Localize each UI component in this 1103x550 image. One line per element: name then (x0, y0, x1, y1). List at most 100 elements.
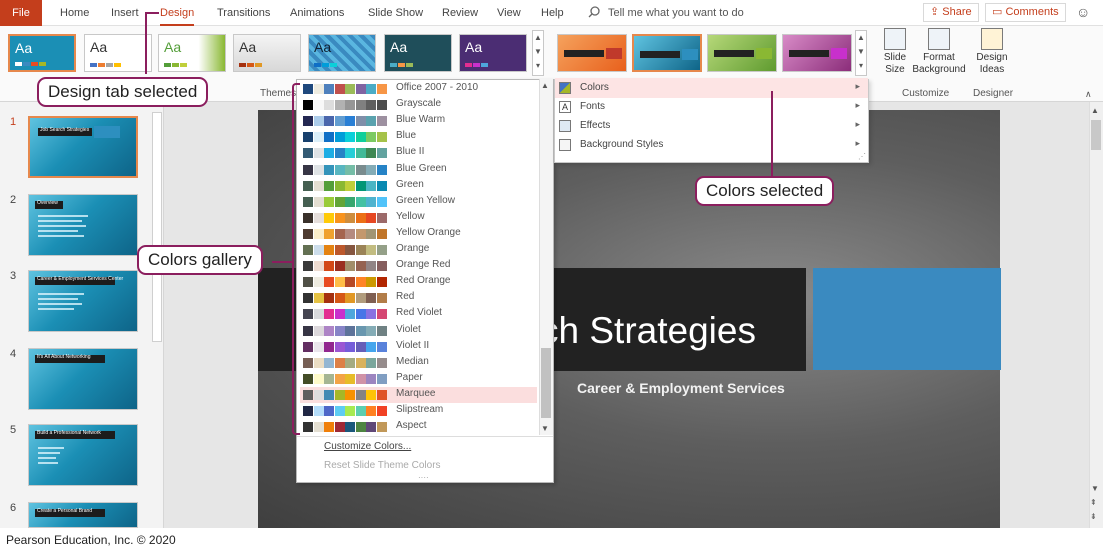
color-scheme-option[interactable]: Blue Green (300, 162, 537, 178)
color-swatch (355, 309, 366, 320)
theme-thumb-1[interactable]: Aa (8, 34, 76, 72)
menu-item-background-styles[interactable]: Background Styles ▸ (555, 135, 868, 155)
color-scheme-option[interactable]: Yellow Orange (300, 226, 537, 242)
color-swatch (366, 212, 376, 223)
scroll-thumb[interactable] (1091, 120, 1101, 150)
color-scheme-option[interactable]: Orange (300, 242, 537, 258)
thumb-pane-scrollbar[interactable] (152, 112, 162, 342)
tab-animations[interactable]: Animations (290, 0, 344, 26)
variant-thumb-3[interactable] (707, 34, 777, 72)
tell-me-input[interactable]: Tell me what you want to do (608, 0, 744, 26)
slide-thumbnail[interactable]: It's All About Networking (28, 348, 138, 410)
color-swatch (334, 373, 345, 384)
variant-thumb-1[interactable] (557, 34, 627, 72)
scroll-up-icon[interactable]: ▲ (1091, 106, 1099, 115)
color-swatch (355, 389, 366, 400)
color-scheme-option[interactable]: Median (300, 355, 537, 371)
variants-scroll[interactable]: ▲ ▼ ▾ (855, 30, 867, 76)
color-scheme-option[interactable]: Yellow (300, 210, 537, 226)
tab-review[interactable]: Review (442, 0, 478, 26)
color-scheme-option[interactable]: Paper (300, 371, 537, 387)
gallery-scroll-down-icon[interactable]: ▼ (541, 424, 549, 433)
collapse-ribbon-icon[interactable]: ∧ (1085, 89, 1092, 100)
share-button[interactable]: ⇪ Share (923, 3, 979, 22)
theme-thumb-6[interactable]: Aa (384, 34, 452, 72)
color-scheme-option[interactable]: Slipstream (300, 403, 537, 419)
theme-label: Aa (90, 39, 108, 55)
color-scheme-option[interactable]: Orange Red (300, 258, 537, 274)
menu-item-fonts[interactable]: A Fonts ▸ (555, 97, 868, 117)
color-scheme-option[interactable]: Red Violet (300, 306, 537, 322)
slide-subtitle[interactable]: Career & Employment Services (577, 380, 785, 396)
tab-design[interactable]: Design (160, 0, 195, 26)
theme-thumb-3[interactable]: Aa (158, 34, 226, 72)
thumb-title: Build a Professional Network (37, 430, 101, 436)
menu-item-colors[interactable]: Colors ▸ (555, 78, 868, 98)
theme-thumb-7[interactable]: Aa (459, 34, 527, 72)
color-swatch (324, 406, 334, 416)
color-scheme-option[interactable]: Red Orange (300, 274, 537, 290)
slide-thumbnail[interactable]: Overview (28, 194, 138, 256)
tab-file[interactable]: File (0, 0, 42, 26)
slide-thumbnail[interactable]: Career & Employment Services Center (28, 270, 138, 332)
tab-transitions[interactable]: Transitions (217, 0, 270, 26)
next-slide-icon[interactable]: ⇟ (1090, 512, 1097, 521)
color-scheme-option[interactable]: Grayscale (300, 97, 537, 113)
tab-insert[interactable]: Insert (111, 0, 139, 26)
slide-title[interactable]: ch Strategies (540, 310, 756, 352)
color-swatch-strip (303, 389, 387, 400)
theme-thumb-5[interactable]: Aa (308, 34, 376, 72)
menu-item-effects[interactable]: Effects ▸ (555, 116, 868, 136)
gallery-scroll-up-icon[interactable]: ▲ (541, 81, 549, 90)
theme-thumb-4[interactable]: Aa (233, 34, 301, 72)
color-swatch (334, 228, 345, 239)
color-scheme-label: Yellow (396, 210, 425, 222)
comments-button[interactable]: ▭ Comments (985, 3, 1066, 22)
tab-slide-show[interactable]: Slide Show (368, 0, 423, 26)
resize-grip-icon[interactable]: ⋰ (858, 152, 866, 161)
color-swatch (303, 373, 313, 384)
color-scheme-option[interactable]: Violet II (300, 339, 537, 355)
color-swatch (303, 100, 313, 111)
color-swatch (376, 357, 387, 368)
color-scheme-option[interactable]: Blue II (300, 145, 537, 161)
slide-thumbnail[interactable]: Job Search Strategies (28, 116, 138, 178)
customize-colors-item[interactable]: Customize Colors... (324, 441, 411, 452)
color-swatch (324, 325, 334, 336)
color-swatch (313, 212, 324, 223)
color-scheme-option[interactable]: Blue Warm (300, 113, 537, 129)
smiley-icon[interactable]: ☺ (1076, 4, 1090, 20)
color-scheme-option[interactable]: Marquee (300, 386, 537, 403)
color-scheme-option[interactable]: Red (300, 290, 537, 306)
color-swatch (355, 293, 366, 304)
color-scheme-option[interactable]: Green Yellow (300, 194, 537, 210)
format-background-button[interactable]: Format Background (910, 28, 968, 76)
previous-slide-icon[interactable]: ⇞ (1090, 498, 1097, 507)
color-scheme-option[interactable]: Blue (300, 129, 537, 145)
resize-grip-icon[interactable]: ···· (418, 473, 429, 482)
variant-thumb-2[interactable] (632, 34, 702, 72)
color-swatch-strip (303, 196, 387, 207)
color-swatch (376, 373, 387, 384)
color-scheme-option[interactable]: Office 2007 - 2010 (300, 81, 537, 97)
search-icon (588, 6, 600, 18)
color-scheme-option[interactable]: Aspect (300, 419, 537, 435)
variant-thumb-4[interactable] (782, 34, 852, 72)
color-scheme-label: Green (396, 178, 424, 190)
theme-gallery-scroll[interactable]: ▲ ▼ ▾ (532, 30, 544, 76)
tab-home[interactable]: Home (60, 0, 89, 26)
gallery-scroll-thumb[interactable] (541, 348, 551, 418)
slide-thumbnail[interactable]: Build a Professional Network (28, 424, 138, 486)
design-ideas-button[interactable]: Design Ideas (972, 28, 1012, 76)
color-swatch (355, 116, 366, 127)
color-swatch (313, 341, 324, 352)
color-swatch (366, 373, 376, 384)
color-scheme-option[interactable]: Green (300, 178, 537, 194)
slide-thumbnail[interactable]: Create a Personal Brand (28, 502, 138, 528)
scroll-down-icon[interactable]: ▼ (1091, 484, 1099, 493)
color-scheme-option[interactable]: Violet (300, 323, 537, 339)
theme-thumb-2[interactable]: Aa (84, 34, 152, 72)
slide-vertical-scrollbar[interactable] (1089, 102, 1103, 528)
tab-help[interactable]: Help (541, 0, 564, 26)
tab-view[interactable]: View (497, 0, 521, 26)
